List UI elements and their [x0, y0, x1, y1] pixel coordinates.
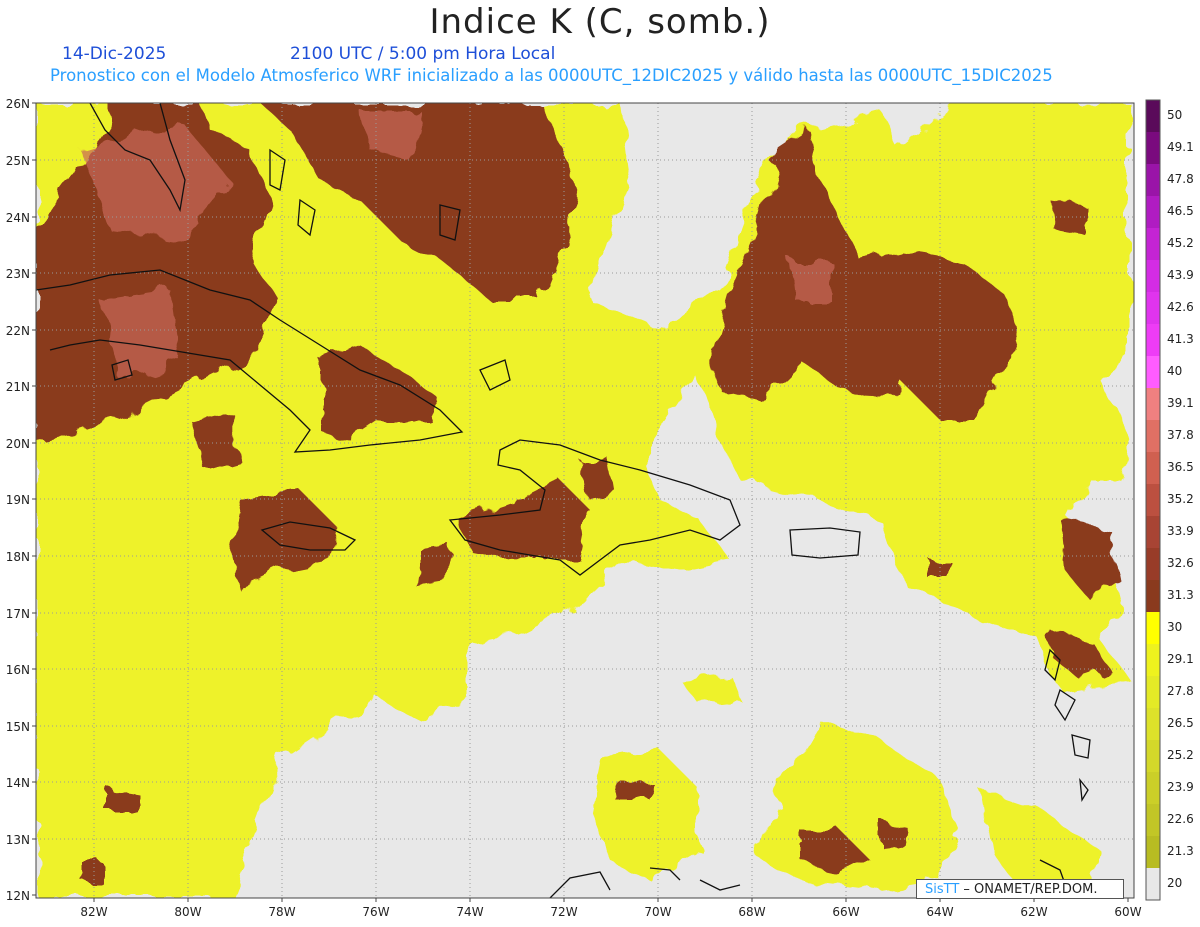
lon-tick: 60W	[1114, 905, 1141, 919]
colorbar-swatch	[1146, 516, 1160, 549]
colorbar-swatch	[1146, 708, 1160, 741]
colorbar-swatch	[1146, 676, 1160, 709]
colorbar	[1145, 99, 1161, 901]
colorbar-label: 30	[1167, 620, 1183, 634]
lat-tick: 12N	[6, 889, 30, 903]
colorbar-swatch	[1146, 836, 1160, 869]
colorbar-swatch	[1146, 356, 1160, 389]
lon-axis: 82W 80W 78W 76W 74W 72W 70W 68W 66W 64W …	[80, 905, 1141, 919]
lon-tick: 82W	[80, 905, 107, 919]
colorbar-label: 42.6	[1167, 300, 1194, 314]
colorbar-swatch	[1146, 196, 1160, 229]
lon-tick: 64W	[926, 905, 953, 919]
colorbar-swatch	[1146, 164, 1160, 197]
lon-tick: 72W	[550, 905, 577, 919]
colorbar-swatch	[1146, 132, 1160, 165]
colorbar-label: 41.3	[1167, 332, 1194, 346]
colorbar-swatch	[1146, 260, 1160, 293]
colorbar-label: 27.8	[1167, 684, 1194, 698]
colorbar-label: 37.8	[1167, 428, 1194, 442]
lon-tick: 68W	[738, 905, 765, 919]
colorbar-swatch	[1146, 548, 1160, 581]
lat-tick: 13N	[6, 833, 30, 847]
k-index-map: 26N 25N 24N 23N 22N 21N 20N 19N 18N 17N …	[6, 97, 1161, 919]
colorbar-label: 45.2	[1167, 236, 1194, 250]
colorbar-label: 31.3	[1167, 588, 1194, 602]
colorbar-label: 25.2	[1167, 748, 1194, 762]
lon-tick: 76W	[362, 905, 389, 919]
colorbar-swatch	[1146, 804, 1160, 837]
colorbar-swatch	[1146, 420, 1160, 453]
lat-tick: 26N	[6, 97, 30, 111]
colorbar-label: 21.3	[1167, 844, 1194, 858]
colorbar-label: 46.5	[1167, 204, 1194, 218]
colorbar-label: 35.2	[1167, 492, 1194, 506]
lon-tick: 80W	[174, 905, 201, 919]
colorbar-swatch	[1146, 388, 1160, 421]
colorbar-label: 29.1	[1167, 652, 1194, 666]
colorbar-label: 49.1	[1167, 140, 1194, 154]
colorbar-swatch	[1146, 612, 1160, 645]
lat-axis: 26N 25N 24N 23N 22N 21N 20N 19N 18N 17N …	[6, 97, 30, 903]
lon-tick: 78W	[268, 905, 295, 919]
lat-tick: 23N	[6, 267, 30, 281]
credit-box: SisTT – ONAMET/REP.DOM.	[916, 879, 1124, 899]
lat-tick: 21N	[6, 380, 30, 394]
colorbar-label: 39.1	[1167, 396, 1194, 410]
lat-tick: 16N	[6, 663, 30, 677]
lat-tick: 22N	[6, 324, 30, 338]
colorbar-label: 33.9	[1167, 524, 1194, 538]
lat-tick: 14N	[6, 776, 30, 790]
colorbar-swatch	[1146, 868, 1160, 901]
lon-tick: 66W	[832, 905, 859, 919]
colorbar-label: 20	[1167, 876, 1183, 890]
colorbar-label: 32.6	[1167, 556, 1194, 570]
colorbar-swatch	[1146, 100, 1160, 133]
lat-tick: 24N	[6, 211, 30, 225]
colorbar-label: 40	[1167, 364, 1183, 378]
colorbar-label: 47.8	[1167, 172, 1194, 186]
lat-tick: 15N	[6, 720, 30, 734]
colorbar-label: 43.9	[1167, 268, 1194, 282]
lon-tick: 74W	[456, 905, 483, 919]
colorbar-label: 26.5	[1167, 716, 1194, 730]
lat-tick: 17N	[6, 607, 30, 621]
lat-tick: 18N	[6, 550, 30, 564]
colorbar-label: 23.9	[1167, 780, 1194, 794]
colorbar-swatch	[1146, 452, 1160, 485]
lat-tick: 25N	[6, 154, 30, 168]
lon-tick: 70W	[644, 905, 671, 919]
credit-brand: SisTT	[925, 882, 960, 897]
colorbar-swatch	[1146, 292, 1160, 325]
colorbar-swatch	[1146, 484, 1160, 517]
colorbar-swatch	[1146, 228, 1160, 261]
colorbar-label: 50	[1167, 108, 1183, 122]
colorbar-swatch	[1146, 324, 1160, 357]
colorbar-swatch	[1146, 740, 1160, 773]
colorbar-label: 36.5	[1167, 460, 1194, 474]
colorbar-swatch	[1146, 644, 1160, 677]
colorbar-swatch	[1146, 772, 1160, 805]
lat-tick: 20N	[6, 437, 30, 451]
lat-tick: 19N	[6, 493, 30, 507]
lat-tick-marks	[32, 102, 36, 896]
colorbar-swatch	[1146, 580, 1160, 613]
lon-tick: 62W	[1020, 905, 1047, 919]
colorbar-label: 22.6	[1167, 812, 1194, 826]
credit-text: – ONAMET/REP.DOM.	[959, 882, 1098, 897]
